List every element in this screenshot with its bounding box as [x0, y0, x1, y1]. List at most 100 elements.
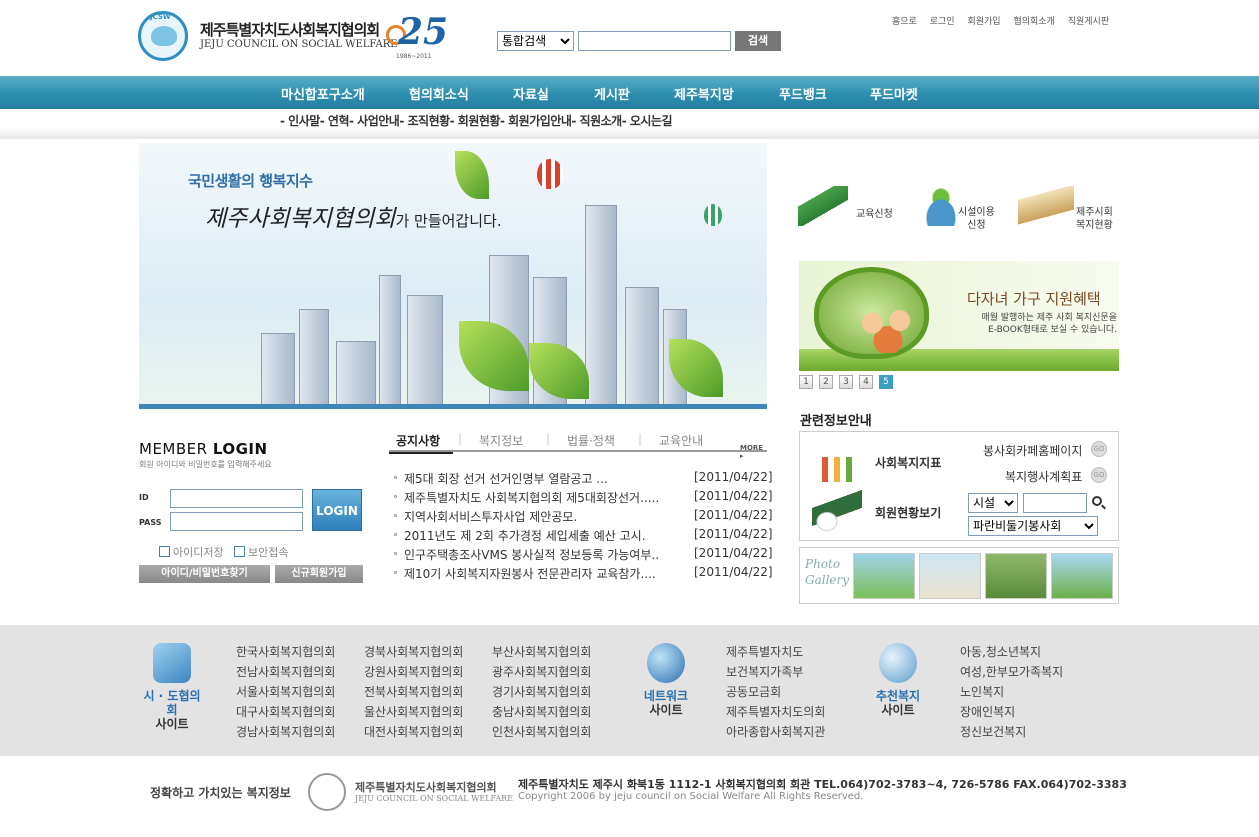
top-links: 홈으로 로그인 회원가입 협의회소개 직원게시판: [892, 14, 1119, 27]
more-link[interactable]: MORE ▸: [740, 444, 767, 460]
footer-link[interactable]: 대전사회복지협의회: [364, 722, 463, 742]
gallery-photo[interactable]: [985, 553, 1047, 599]
footer-copyright: Copyright 2006 by jeju council on Social…: [518, 791, 864, 802]
join-button[interactable]: 신규회원가입: [275, 565, 363, 583]
ebook-banner[interactable]: 다자녀 가구 지원혜택 매월 발행하는 제주 사회 복지신문을 E-BOOK형태…: [799, 261, 1119, 371]
notice-item[interactable]: 제5대 회장 선거 선거인명부 열람공고 ... [2011/04/22]: [389, 470, 773, 489]
banner-title-main: 제주사회복지협의회: [205, 206, 396, 232]
footer-link[interactable]: 서울사회복지협의회: [236, 682, 335, 702]
quick-link-label: 시설이용 신청: [958, 207, 995, 231]
footer-link[interactable]: 인천사회복지협의회: [492, 722, 591, 742]
gallery-photo[interactable]: [919, 553, 981, 599]
footer-link[interactable]: 여성,한부모가족복지: [960, 662, 1063, 682]
page-button-active[interactable]: 5: [879, 375, 893, 389]
footer-link[interactable]: 아동,청소년복지: [960, 642, 1063, 662]
notice-item[interactable]: 인구주택총조사VMS 봉사실적 정보등록 가능여부.. [2011/04/22]: [389, 546, 773, 565]
quick-link-education[interactable]: 교육신청: [798, 180, 898, 240]
notice-item[interactable]: 지역사회서비스투자사업 제안공모. [2011/04/22]: [389, 508, 773, 527]
search-scope-select[interactable]: 통합검색: [497, 31, 574, 51]
footer-link[interactable]: 경기사회복지협의회: [492, 682, 591, 702]
id-input[interactable]: [170, 489, 303, 508]
facility-select[interactable]: 시설: [968, 493, 1018, 513]
find-account-button[interactable]: 아이디/비밀번호찾기: [139, 565, 270, 583]
nav-item-news[interactable]: 협의회소식: [409, 84, 469, 103]
password-input[interactable]: [170, 512, 303, 531]
footer-link[interactable]: 아라종합사회복지관: [726, 722, 825, 742]
top-link-staff-board[interactable]: 직원게시판: [1068, 17, 1109, 27]
gallery-photo[interactable]: [1051, 553, 1113, 599]
notice-title[interactable]: 지역사회서비스투자사업 제안공모.: [404, 508, 699, 525]
footer-link[interactable]: 보건복지가족부: [726, 662, 825, 682]
nav-item-board[interactable]: 게시판: [594, 84, 630, 103]
footer-link[interactable]: 노인복지: [960, 682, 1063, 702]
footer-link[interactable]: 제주특별자치도의회: [726, 702, 825, 722]
tab-law-policy[interactable]: 법률·정책: [567, 432, 615, 449]
footer-link[interactable]: 전북사회복지협의회: [364, 682, 463, 702]
facility-search-input[interactable]: [1023, 493, 1087, 513]
page-button[interactable]: 3: [839, 375, 853, 389]
footer-link[interactable]: 장애인복지: [960, 702, 1063, 722]
footer-link[interactable]: 대구사회복지협의회: [236, 702, 335, 722]
top-link-home[interactable]: 홈으로: [892, 17, 917, 27]
page-button[interactable]: 2: [819, 375, 833, 389]
member-status-link[interactable]: 회원현황보기: [875, 504, 941, 521]
checkbox-icon: [234, 546, 245, 557]
related-info-box: 사회복지지표 봉사회카페홈페이지 GO 복지행사계획표 GO 회원현황보기 시설…: [799, 431, 1119, 541]
footer-link[interactable]: 제주특별자치도: [726, 642, 825, 662]
nav-item-welfare-net[interactable]: 제주복지망: [674, 84, 734, 103]
notice-title[interactable]: 인구주택총조사VMS 봉사실적 정보등록 가능여부..: [404, 546, 699, 563]
notice-item[interactable]: 제10기 사회복지자원봉사 전문관리자 교육참가.... [2011/04/22]: [389, 565, 773, 584]
nav-item-intro[interactable]: 마신합포구소개: [281, 84, 365, 103]
notice-title[interactable]: 제10기 사회복지자원봉사 전문관리자 교육참가....: [404, 565, 699, 582]
welfare-index-link[interactable]: 사회복지지표: [875, 454, 941, 471]
sub-nav-links[interactable]: - 인사말- 연혁- 사업안내- 조직현황- 회원현황- 회원가입안내- 직원소…: [280, 112, 673, 129]
top-link-join[interactable]: 회원가입: [967, 17, 1000, 27]
go-icon[interactable]: GO: [1091, 441, 1107, 457]
group-recommended-sites: 추천복지 사이트: [868, 643, 928, 717]
notice-title[interactable]: 제주특별자치도 사회복지협의회 제5대회장선거.....: [404, 489, 699, 506]
member-group-select[interactable]: 파란비둘기봉사회: [968, 516, 1098, 536]
search-icon[interactable]: [1092, 496, 1102, 506]
nav-item-food-bank[interactable]: 푸드뱅크: [779, 84, 827, 103]
notice-item[interactable]: 제주특별자치도 사회복지협의회 제5대회장선거..... [2011/04/22]: [389, 489, 773, 508]
footer-link[interactable]: 부산사회복지협의회: [492, 642, 591, 662]
nav-item-food-market[interactable]: 푸드마켓: [870, 84, 918, 103]
footer-link[interactable]: 경북사회복지협의회: [364, 642, 463, 662]
tab-education[interactable]: 교육안내: [659, 432, 703, 449]
secure-login-checkbox[interactable]: 보안접속: [234, 544, 288, 560]
notice-item[interactable]: 2011년도 제 2회 추가경정 세입세출 예산 고시. [2011/04/22]: [389, 527, 773, 546]
footer-link[interactable]: 울산사회복지협의회: [364, 702, 463, 722]
footer-link[interactable]: 전남사회복지협의회: [236, 662, 335, 682]
search-button[interactable]: 검색: [735, 31, 781, 51]
save-id-checkbox[interactable]: 아이디저장: [159, 544, 224, 560]
quick-link-status[interactable]: 제주시회 복지현황: [1016, 180, 1116, 240]
gallery-label-line2: Gallery: [805, 573, 850, 587]
footer-link[interactable]: 공동모금회: [726, 682, 825, 702]
page-button[interactable]: 1: [799, 375, 813, 389]
tab-separator: |: [546, 432, 551, 446]
notice-title[interactable]: 제5대 회장 선거 선거인명부 열람공고 ...: [404, 470, 699, 487]
building-icon: [625, 287, 659, 405]
footer-link[interactable]: 광주사회복지협의회: [492, 662, 591, 682]
login-button[interactable]: LOGIN: [312, 489, 362, 531]
footer-link[interactable]: 충남사회복지협의회: [492, 702, 591, 722]
footer-link[interactable]: 정신보건복지: [960, 722, 1063, 742]
top-link-about[interactable]: 협의회소개: [1013, 17, 1054, 27]
notice-title[interactable]: 2011년도 제 2회 추가경정 세입세출 예산 고시.: [404, 527, 699, 544]
footer-link[interactable]: 강원사회복지협의회: [364, 662, 463, 682]
tab-welfare-info[interactable]: 복지정보: [479, 432, 523, 449]
search-input[interactable]: [578, 31, 731, 51]
footer-link[interactable]: 경남사회복지협의회: [236, 722, 335, 742]
footer-link[interactable]: 한국사회복지협의회: [236, 642, 335, 662]
top-link-login[interactable]: 로그인: [930, 17, 955, 27]
quick-link-facility[interactable]: 시설이용 신청: [916, 180, 1016, 240]
volunteer-cafe-link[interactable]: 봉사회카페홈페이지: [983, 442, 1082, 459]
bar-chart-icon: [812, 440, 862, 482]
welfare-event-plan-link[interactable]: 복지행사계획표: [1005, 468, 1082, 485]
go-icon[interactable]: GO: [1091, 467, 1107, 483]
nav-item-library[interactable]: 자료실: [513, 84, 549, 103]
gallery-photo[interactable]: [853, 553, 915, 599]
site-logo[interactable]: JCSW 제주특별자치도사회복지협의회 JEJU COUNCIL ON SOCI…: [138, 11, 463, 63]
tab-notice[interactable]: 공지사항: [396, 432, 440, 449]
page-button[interactable]: 4: [859, 375, 873, 389]
